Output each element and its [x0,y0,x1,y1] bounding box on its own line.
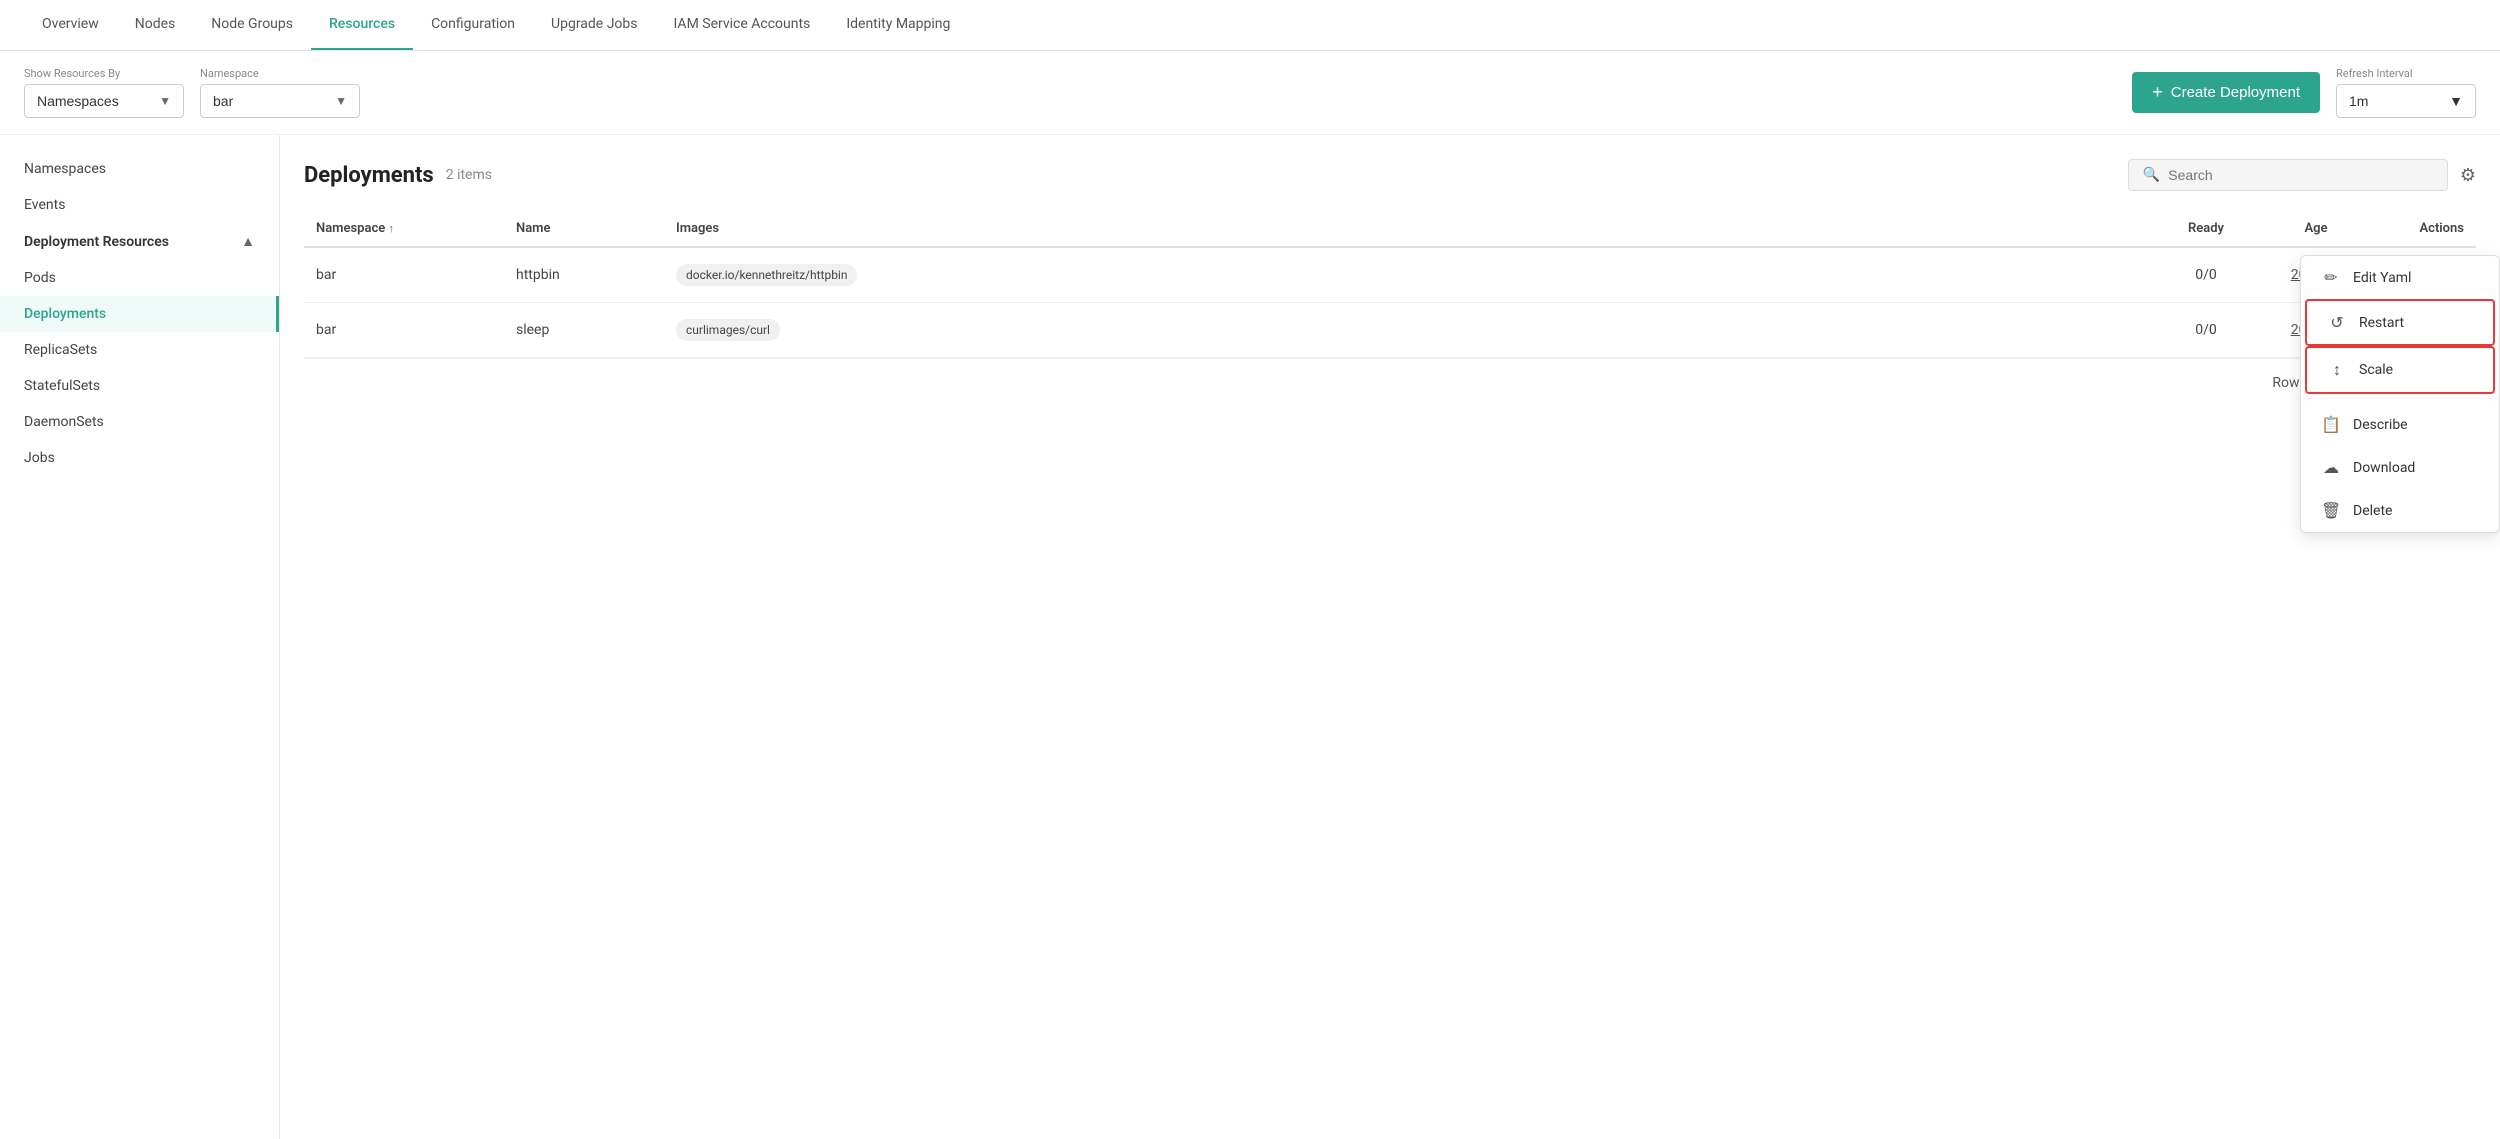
col-images: Images [664,211,2156,247]
gear-icon[interactable]: ⚙ [2460,165,2476,186]
show-resources-chevron-icon: ▼ [159,94,171,108]
delete-icon: 🗑 [2321,501,2341,520]
show-resources-value: Namespaces [37,93,119,109]
content-title: Deployments [304,163,434,188]
namespace-chevron-icon: ▼ [335,94,347,108]
nav-item-iam[interactable]: IAM Service Accounts [656,0,829,50]
context-menu: ✏ Edit Yaml ↺ Restart ↕ Scale 📋 Describe… [2300,255,2500,533]
cell-namespace-1: bar [304,303,504,358]
create-deployment-label: Create Deployment [2171,84,2300,101]
namespace-group: Namespace bar ▼ [200,67,360,118]
col-age: Age [2256,211,2376,247]
nav-item-identity[interactable]: Identity Mapping [828,0,968,50]
cell-name-1: sleep [504,303,664,358]
restart-icon: ↺ [2327,313,2347,332]
image-tag-1: curlimages/curl [676,319,780,341]
table-footer: Rows per page: 10 ▼ 1-2 of 2 [304,358,2476,407]
cell-ready-1: 0/0 [2156,303,2256,358]
sidebar-item-statefulsets[interactable]: StatefulSets [0,368,279,404]
table-row: bar sleep curlimages/curl 0/0 20d 16h [304,303,2476,358]
search-input[interactable] [2168,167,2433,183]
sidebar-item-pods[interactable]: Pods [0,260,279,296]
menu-item-edit-yaml[interactable]: ✏ Edit Yaml [2301,256,2499,299]
nav-item-configuration[interactable]: Configuration [413,0,533,50]
menu-item-delete[interactable]: 🗑 Delete [2301,489,2499,532]
sidebar-section-label: Deployment Resources [24,234,169,250]
menu-item-edit-yaml-label: Edit Yaml [2353,270,2411,286]
refresh-interval-dropdown[interactable]: 1m ▼ [2336,84,2476,118]
header-actions: 🔍 ⚙ [2128,159,2476,191]
menu-divider [2301,398,2499,399]
content-header: Deployments 2 items 🔍 ⚙ [304,159,2476,191]
menu-item-restart[interactable]: ↺ Restart [2305,299,2495,346]
main-layout: Namespaces Events Deployment Resources ▲… [0,135,2500,1139]
create-deployment-button[interactable]: + Create Deployment [2132,72,2320,113]
col-ready: Ready [2156,211,2256,247]
namespace-dropdown[interactable]: bar ▼ [200,84,360,118]
deployments-table: Namespace ↑ Name Images Ready Age Action… [304,211,2476,358]
content-title-group: Deployments 2 items [304,163,492,188]
nav-item-nodes[interactable]: Nodes [117,0,194,50]
show-resources-group: Show Resources By Namespaces ▼ [24,67,184,118]
cell-namespace-0: bar [304,247,504,303]
menu-item-scale[interactable]: ↕ Scale [2305,346,2495,394]
sidebar-item-namespaces[interactable]: Namespaces [0,151,279,187]
cell-image-1: curlimages/curl [664,303,2156,358]
namespace-label: Namespace [200,67,360,80]
show-resources-dropdown[interactable]: Namespaces ▼ [24,84,184,118]
content-area: Deployments 2 items 🔍 ⚙ Namespace ↑ [280,135,2500,1139]
nav-item-overview[interactable]: Overview [24,0,117,50]
sidebar-item-daemonsets[interactable]: DaemonSets [0,404,279,440]
sidebar-item-events[interactable]: Events [0,187,279,223]
item-count: 2 items [446,167,492,183]
menu-item-scale-label: Scale [2359,362,2393,378]
edit-yaml-icon: ✏ [2321,268,2341,287]
search-bar: 🔍 [2128,159,2448,191]
toolbar: Show Resources By Namespaces ▼ Namespace… [0,51,2500,135]
col-name: Name [504,211,664,247]
sidebar-item-replicasets[interactable]: ReplicaSets [0,332,279,368]
menu-item-describe-label: Describe [2353,417,2408,433]
refresh-interval-label: Refresh Interval [2336,67,2476,80]
top-nav: Overview Nodes Node Groups Resources Con… [0,0,2500,51]
show-resources-label: Show Resources By [24,67,184,80]
plus-icon: + [2152,82,2163,103]
cell-name-0: httpbin [504,247,664,303]
col-actions: Actions [2376,211,2476,247]
sidebar-section-chevron-icon: ▲ [241,233,255,250]
cell-image-0: docker.io/kennethreitz/httpbin [664,247,2156,303]
sidebar-item-jobs[interactable]: Jobs [0,440,279,476]
menu-item-download[interactable]: ☁ Download [2301,446,2499,489]
menu-item-download-label: Download [2353,460,2415,476]
namespace-value: bar [213,93,233,109]
download-icon: ☁ [2321,458,2341,477]
refresh-interval-value: 1m [2349,93,2368,109]
describe-icon: 📋 [2321,415,2341,434]
search-icon: 🔍 [2143,167,2160,183]
menu-item-delete-label: Delete [2353,503,2392,519]
table-header-row: Namespace ↑ Name Images Ready Age Action… [304,211,2476,247]
sidebar: Namespaces Events Deployment Resources ▲… [0,135,280,1139]
refresh-interval-group: Refresh Interval 1m ▼ [2336,67,2476,118]
table-row: bar httpbin docker.io/kennethreitz/httpb… [304,247,2476,303]
menu-item-describe[interactable]: 📋 Describe [2301,403,2499,446]
nav-item-resources[interactable]: Resources [311,0,413,50]
nav-item-upgrade-jobs[interactable]: Upgrade Jobs [533,0,655,50]
sidebar-section-deployment-resources[interactable]: Deployment Resources ▲ [0,223,279,260]
nav-item-node-groups[interactable]: Node Groups [193,0,311,50]
cell-ready-0: 0/0 [2156,247,2256,303]
col-namespace[interactable]: Namespace ↑ [304,211,504,247]
menu-item-restart-label: Restart [2359,315,2404,331]
sort-arrow-icon: ↑ [388,222,394,235]
scale-icon: ↕ [2327,360,2347,380]
image-tag-0: docker.io/kennethreitz/httpbin [676,264,857,286]
refresh-chevron-icon: ▼ [2449,93,2463,109]
sidebar-item-deployments[interactable]: Deployments [0,296,279,332]
